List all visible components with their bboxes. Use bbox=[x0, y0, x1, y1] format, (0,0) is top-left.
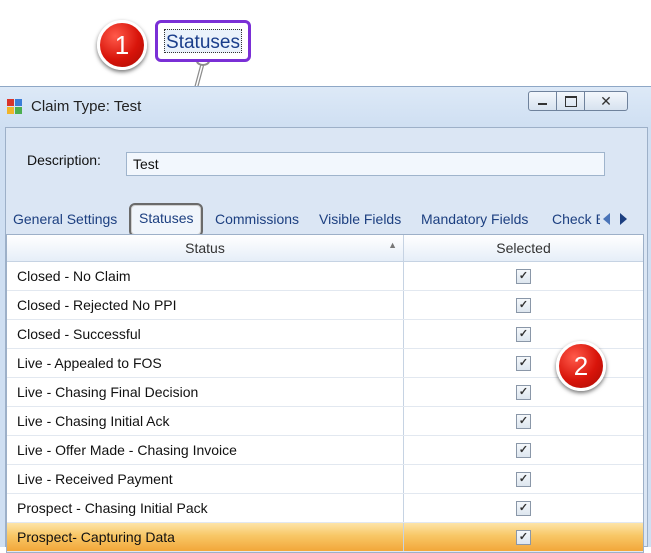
tab-statuses[interactable]: Statuses bbox=[129, 203, 204, 237]
table-row[interactable]: Live - Chasing Final Decision ✓ bbox=[7, 378, 643, 407]
selected-checkbox[interactable]: ✓ bbox=[516, 413, 531, 429]
selected-checkbox[interactable]: ✓ bbox=[516, 268, 531, 284]
table-row[interactable]: Closed - Successful ✓ bbox=[7, 320, 643, 349]
statuses-grid: Status ▲ Selected Closed - No Claim ✓ Clos… bbox=[6, 234, 644, 553]
description-input[interactable]: Test bbox=[126, 152, 605, 176]
maximize-icon bbox=[565, 96, 577, 107]
zoomed-statuses-label: Statuses bbox=[164, 29, 242, 53]
table-row[interactable]: Live - Chasing Initial Ack ✓ bbox=[7, 407, 643, 436]
selected-checkbox[interactable]: ✓ bbox=[516, 529, 531, 545]
claim-type-window: Claim Type: Test ✕ Description: Test Gen… bbox=[0, 86, 651, 553]
minimize-icon bbox=[538, 103, 547, 105]
status-cell: Closed - Successful bbox=[7, 320, 404, 348]
maximize-button[interactable] bbox=[556, 91, 585, 111]
tab-mandatory-fields[interactable]: Mandatory Fields bbox=[421, 204, 528, 234]
selected-cell: ✓ bbox=[404, 378, 643, 406]
status-cell: Closed - Rejected No PPI bbox=[7, 291, 404, 319]
status-cell: Live - Offer Made - Chasing Invoice bbox=[7, 436, 404, 464]
app-icon bbox=[7, 99, 23, 115]
minimize-button[interactable] bbox=[528, 91, 557, 111]
window-title: Claim Type: Test bbox=[31, 98, 142, 115]
status-cell: Prospect - Chasing Initial Pack bbox=[7, 494, 404, 522]
grid-rows: Closed - No Claim ✓ Closed - Rejected No P… bbox=[7, 262, 643, 552]
status-column-label: Status bbox=[185, 240, 225, 256]
selected-checkbox[interactable]: ✓ bbox=[516, 297, 531, 313]
window-controls: ✕ bbox=[528, 91, 628, 111]
table-row[interactable]: Closed - Rejected No PPI ✓ bbox=[7, 291, 643, 320]
table-row[interactable]: Live - Offer Made - Chasing Invoice ✓ bbox=[7, 436, 643, 465]
description-label: Description: bbox=[27, 152, 101, 168]
zoomed-statuses-tab-callout: Statuses bbox=[155, 20, 251, 62]
tab-scroll-right-icon[interactable] bbox=[620, 213, 627, 225]
selected-cell: ✓ bbox=[404, 320, 643, 348]
status-cell: Closed - No Claim bbox=[7, 262, 404, 290]
table-row[interactable]: Prospect- Capturing Data ✓ bbox=[7, 523, 643, 552]
status-cell: Live - Chasing Initial Ack bbox=[7, 407, 404, 435]
status-column-header[interactable]: Status ▲ bbox=[7, 235, 404, 261]
status-cell: Live - Received Payment bbox=[7, 465, 404, 493]
selected-cell: ✓ bbox=[404, 407, 643, 435]
title-bar: Claim Type: Test ✕ bbox=[0, 87, 651, 127]
selected-cell: ✓ bbox=[404, 262, 643, 290]
selected-cell: ✓ bbox=[404, 436, 643, 464]
selected-checkbox[interactable]: ✓ bbox=[516, 471, 531, 487]
status-cell: Live - Appealed to FOS bbox=[7, 349, 404, 377]
selected-checkbox[interactable]: ✓ bbox=[516, 442, 531, 458]
selected-cell: ✓ bbox=[404, 349, 643, 377]
window-client-area: Description: Test General Settings Statu… bbox=[5, 127, 648, 553]
status-cell: Prospect- Capturing Data bbox=[7, 523, 404, 551]
tab-general-settings[interactable]: General Settings bbox=[13, 204, 117, 234]
selected-cell: ✓ bbox=[404, 494, 643, 522]
table-row[interactable]: Live - Appealed to FOS ✓ bbox=[7, 349, 643, 378]
tab-check-b[interactable]: Check B bbox=[552, 204, 600, 234]
tab-scroll-left-icon[interactable] bbox=[603, 213, 610, 225]
tab-visible-fields[interactable]: Visible Fields bbox=[319, 204, 401, 234]
selected-cell: ✓ bbox=[404, 523, 643, 551]
tab-strip: General Settings Statuses Commissions Vi… bbox=[6, 203, 647, 237]
selected-checkbox[interactable]: ✓ bbox=[516, 384, 531, 400]
step-2-badge: 2 bbox=[556, 341, 606, 391]
grid-header: Status ▲ Selected bbox=[7, 235, 643, 262]
step-1-badge: 1 bbox=[97, 20, 147, 70]
table-row[interactable]: Live - Received Payment ✓ bbox=[7, 465, 643, 494]
close-icon: ✕ bbox=[600, 93, 612, 109]
status-cell: Live - Chasing Final Decision bbox=[7, 378, 404, 406]
selected-checkbox[interactable]: ✓ bbox=[516, 500, 531, 516]
table-row[interactable]: Closed - No Claim ✓ bbox=[7, 262, 643, 291]
close-button[interactable]: ✕ bbox=[584, 91, 628, 111]
selected-checkbox[interactable]: ✓ bbox=[516, 355, 531, 371]
selected-cell: ✓ bbox=[404, 465, 643, 493]
sort-icon: ▲ bbox=[388, 240, 397, 250]
tab-scroll-arrows bbox=[603, 213, 627, 225]
selected-cell: ✓ bbox=[404, 291, 643, 319]
table-row[interactable]: Prospect - Chasing Initial Pack ✓ bbox=[7, 494, 643, 523]
selected-column-header[interactable]: Selected bbox=[404, 235, 643, 261]
selected-checkbox[interactable]: ✓ bbox=[516, 326, 531, 342]
tab-commissions[interactable]: Commissions bbox=[215, 204, 299, 234]
